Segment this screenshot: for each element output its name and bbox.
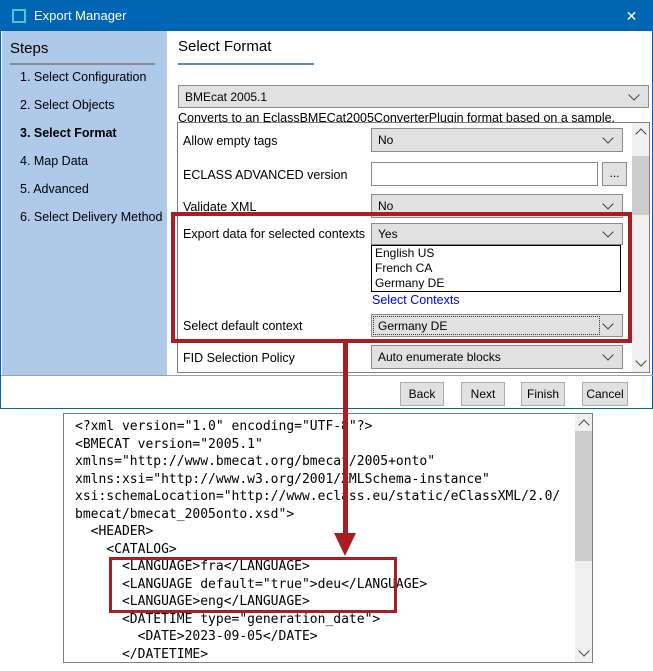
fid-policy-label: FID Selection Policy: [183, 351, 295, 365]
chevron-up-icon: [635, 127, 647, 140]
next-button[interactable]: Next: [461, 382, 505, 406]
xml-line: bmecat/bmecat_2005onto.xsd">: [75, 506, 295, 522]
chevron-down-icon: [602, 226, 614, 238]
scrollbar-thumb[interactable]: [575, 431, 592, 561]
allow-empty-tags-select[interactable]: No: [371, 128, 623, 152]
list-item[interactable]: English US: [372, 246, 620, 261]
xml-line: <DATE>2023-09-05</DATE>: [75, 629, 318, 644]
export-contexts-label: Export data for selected contexts: [183, 227, 366, 241]
fid-policy-value: Auto enumerate blocks: [378, 350, 501, 364]
chevron-up-icon: [578, 418, 590, 431]
steps-underline: [10, 63, 155, 65]
xml-preview-panel: <?xml version="1.0" encoding="UTF-8"?> <…: [63, 413, 593, 663]
chevron-down-icon: [602, 132, 614, 144]
validate-xml-value: No: [378, 199, 394, 213]
sidebar-item-select-delivery-method[interactable]: 6. Select Delivery Method: [20, 210, 162, 224]
list-item[interactable]: French CA: [372, 261, 620, 276]
sidebar-item-select-format[interactable]: 3. Select Format: [20, 126, 117, 140]
export-contexts-select[interactable]: Yes: [371, 223, 623, 245]
xml-line: </DATETIME>: [75, 646, 209, 662]
scroll-down-button[interactable]: [632, 354, 649, 372]
xml-scrollbar[interactable]: [575, 414, 592, 662]
scroll-down-button[interactable]: [575, 644, 592, 662]
close-icon[interactable]: ✕: [609, 1, 653, 31]
export-contexts-value: Yes: [378, 227, 398, 241]
chevron-down-icon: [628, 88, 640, 101]
page-title: Select Format: [178, 38, 272, 55]
scroll-up-button[interactable]: [632, 123, 649, 140]
xml-line: <?xml version="1.0" encoding="UTF-8"?>: [75, 419, 373, 434]
back-button[interactable]: Back: [400, 382, 444, 406]
chevron-down-icon: [602, 198, 614, 210]
allow-empty-tags-label: Allow empty tags: [183, 134, 278, 148]
format-options-panel: Allow empty tags No ECLASS ADVANCED vers…: [177, 122, 650, 373]
xml-line: xmlns="http://www.bmecat.org/bmecat/2005…: [75, 454, 436, 469]
sidebar-item-advanced[interactable]: 5. Advanced: [20, 182, 89, 196]
xml-line: <LANGUAGE default="true">deu</LANGUAGE>: [75, 576, 428, 592]
sidebar-item-select-configuration[interactable]: 1. Select Configuration: [20, 70, 146, 84]
app-window-icon: [12, 9, 26, 23]
xml-line: xmlns:xsi="http://www.w3.org/2001/XMLSch…: [75, 471, 490, 487]
chevron-down-icon: [602, 317, 614, 330]
validate-xml-label: Validate XML: [183, 200, 257, 214]
export-manager-dialog: Export Manager ✕ Steps 1. Select Configu…: [0, 0, 653, 409]
window-title: Export Manager: [34, 8, 127, 23]
xml-line: <DATETIME type="generation_date">: [75, 611, 381, 627]
page-title-underline: [178, 63, 314, 65]
validate-xml-select[interactable]: No: [371, 194, 623, 218]
chevron-down-icon: [602, 349, 614, 361]
select-contexts-link[interactable]: Select Contexts: [372, 293, 460, 307]
steps-heading: Steps: [10, 40, 49, 57]
xml-line: <BMECAT version="2005.1": [75, 436, 263, 452]
dialog-separator: [1, 375, 653, 376]
chevron-down-icon: [635, 354, 647, 367]
xml-line: <CATALOG>: [75, 541, 177, 557]
cancel-button[interactable]: Cancel: [582, 382, 628, 406]
scrollbar-thumb[interactable]: [632, 156, 649, 215]
xml-line: <HEADER>: [75, 524, 154, 539]
chevron-down-icon: [578, 644, 590, 657]
context-listbox[interactable]: English US French CA Germany DE: [371, 245, 621, 292]
allow-empty-tags-value: No: [378, 133, 394, 147]
scroll-up-button[interactable]: [575, 414, 592, 431]
sidebar-item-select-objects[interactable]: 2. Select Objects: [20, 98, 115, 112]
xml-line: <LANGUAGE>fra</LANGUAGE>: [75, 559, 310, 574]
format-select[interactable]: BMEcat 2005.1: [178, 85, 649, 108]
options-scrollbar[interactable]: [632, 123, 649, 372]
fid-policy-select[interactable]: Auto enumerate blocks: [371, 345, 623, 369]
default-context-label: Select default context: [183, 319, 303, 333]
steps-sidebar: Steps 1. Select Configuration 2. Select …: [2, 31, 167, 375]
finish-button[interactable]: Finish: [521, 382, 565, 406]
default-context-select[interactable]: Germany DE: [371, 314, 623, 337]
xml-code: <?xml version="1.0" encoding="UTF-8"?> <…: [75, 418, 561, 662]
xml-line: xsi:schemaLocation="http://www.eclass.eu…: [75, 489, 561, 504]
title-bar: Export Manager ✕: [1, 1, 653, 31]
eclass-version-input[interactable]: [371, 162, 598, 186]
eclass-version-label: ECLASS ADVANCED version: [183, 168, 348, 182]
xml-line: <LANGUAGE>eng</LANGUAGE>: [75, 594, 310, 609]
list-item[interactable]: Germany DE: [372, 276, 620, 291]
default-context-value: Germany DE: [378, 318, 448, 333]
screenshot-root: Export Manager ✕ Steps 1. Select Configu…: [0, 0, 653, 671]
format-select-value: BMEcat 2005.1: [185, 89, 268, 104]
browse-button[interactable]: ...: [602, 162, 627, 186]
sidebar-item-map-data[interactable]: 4. Map Data: [20, 154, 88, 168]
